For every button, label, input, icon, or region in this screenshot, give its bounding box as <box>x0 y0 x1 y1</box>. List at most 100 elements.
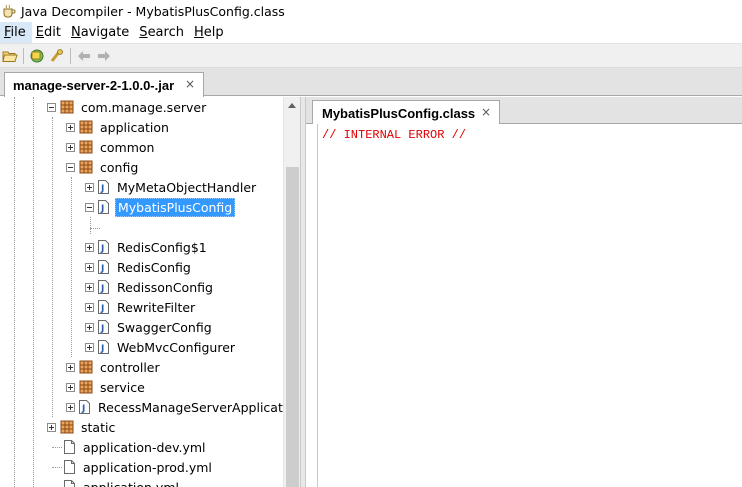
tree-item-controller[interactable]: controller <box>66 357 162 377</box>
tree-scrollbar[interactable] <box>283 97 300 487</box>
tree-item-static[interactable]: static <box>47 417 117 437</box>
menu-help[interactable]: Help <box>190 22 230 43</box>
java-class-icon: J <box>98 240 109 254</box>
java-class-icon: J <box>98 180 109 194</box>
file-icon <box>64 480 75 487</box>
expand-icon[interactable] <box>85 322 94 332</box>
open-file-button[interactable] <box>0 46 20 66</box>
tree-item-redisconfig[interactable]: J RedisConfig <box>85 257 193 277</box>
package-icon <box>79 160 93 174</box>
tree-guide-line <box>52 117 53 417</box>
scroll-up-arrow-icon[interactable] <box>288 103 296 108</box>
tree-guide-line <box>52 467 62 468</box>
package-icon <box>60 100 74 114</box>
tree-item-rewritefilter[interactable]: J RewriteFilter <box>85 297 197 317</box>
forward-arrow-icon <box>98 50 110 61</box>
package-icon <box>60 420 74 434</box>
tree-item-common[interactable]: common <box>66 137 156 157</box>
package-tree: com.manage.server application common con… <box>0 97 300 487</box>
close-icon[interactable]: × <box>185 78 197 90</box>
tree-item-redissonconfig[interactable]: J RedissonConfig <box>85 277 215 297</box>
tree-item-application-prod-yml[interactable]: application-prod.yml <box>64 457 214 477</box>
package-icon <box>79 380 93 394</box>
toolbar-separator <box>23 47 24 64</box>
tree-item-config[interactable]: config <box>66 157 140 177</box>
menu-navigate[interactable]: Navigate <box>67 22 135 43</box>
menu-bar: File Edit Navigate Search Help <box>0 22 742 43</box>
search-button[interactable] <box>47 46 67 66</box>
collapse-icon[interactable] <box>47 102 56 112</box>
package-icon <box>79 140 93 154</box>
tree-item-application-yml[interactable]: application.yml <box>64 477 181 487</box>
tree-guide-line <box>52 447 62 448</box>
scrollbar-thumb[interactable] <box>286 167 299 487</box>
menu-search[interactable]: Search <box>135 22 190 43</box>
editor-tab-bar: MybatisPlusConfig.class × <box>306 97 742 125</box>
tree-item-application-dev-yml[interactable]: application-dev.yml <box>64 437 208 457</box>
java-class-icon: J <box>98 300 109 314</box>
tree-item-mybatisplusconfig[interactable]: J MybatisPlusConfig <box>85 197 236 217</box>
editor-tab-label: MybatisPlusConfig.class <box>322 105 476 121</box>
forward-button[interactable] <box>94 46 114 66</box>
expand-icon[interactable] <box>66 122 75 132</box>
open-type-icon <box>30 49 44 62</box>
editor-gutter <box>306 124 318 487</box>
java-class-icon: J <box>98 260 109 274</box>
expand-icon[interactable] <box>66 402 75 412</box>
expand-icon[interactable] <box>85 342 94 352</box>
tree-item-redisconfig-1[interactable]: J RedisConfig$1 <box>85 237 209 257</box>
java-class-icon: J <box>98 320 109 334</box>
tree-item-service[interactable]: service <box>66 377 147 397</box>
tab-jar-label: manage-server-2-1.0.0-.jar <box>13 77 175 93</box>
tree-item-recessmanageserverapplication[interactable]: J RecessManageServerApplicatic <box>66 397 295 417</box>
java-class-icon: J <box>98 280 109 294</box>
tab-jar[interactable]: manage-server-2-1.0.0-.jar × <box>4 72 204 97</box>
source-editor[interactable] <box>306 124 742 487</box>
back-button[interactable] <box>74 46 94 66</box>
collapse-icon[interactable] <box>85 202 94 212</box>
svg-text:J: J <box>100 184 104 194</box>
svg-text:J: J <box>100 264 104 274</box>
coffee-cup-icon <box>2 4 16 18</box>
jar-tab-bar: manage-server-2-1.0.0-.jar × <box>0 68 742 97</box>
java-class-icon: J <box>98 340 109 354</box>
expand-icon[interactable] <box>85 182 94 192</box>
svg-text:J: J <box>100 344 104 354</box>
expand-icon[interactable] <box>85 302 94 312</box>
tree-guide-line <box>90 228 100 229</box>
close-icon[interactable]: × <box>481 106 493 118</box>
expand-icon[interactable] <box>85 282 94 292</box>
menu-file[interactable]: File <box>0 22 32 43</box>
tree-item-mymetaobjecthandler[interactable]: J MyMetaObjectHandler <box>85 177 258 197</box>
tree-item-swaggerconfig[interactable]: J SwaggerConfig <box>85 317 214 337</box>
svg-text:J: J <box>100 324 104 334</box>
java-class-icon: J <box>98 200 109 214</box>
open-type-button[interactable] <box>27 46 47 66</box>
window-title: Java Decompiler - MybatisPlusConfig.clas… <box>21 3 285 19</box>
tree-item-webmvcconfigurer[interactable]: J WebMvcConfigurer <box>85 337 237 357</box>
expand-icon[interactable] <box>66 382 75 392</box>
expand-icon[interactable] <box>85 242 94 252</box>
svg-text:J: J <box>100 304 104 314</box>
expand-icon[interactable] <box>66 362 75 372</box>
menu-edit[interactable]: Edit <box>32 22 67 43</box>
package-icon <box>79 360 93 374</box>
file-icon <box>64 460 75 474</box>
expand-icon[interactable] <box>85 262 94 272</box>
open-file-icon <box>2 51 18 62</box>
tab-mybatisplusconfig-class[interactable]: MybatisPlusConfig.class × <box>312 100 500 125</box>
svg-text:J: J <box>100 204 104 214</box>
code-line: // INTERNAL ERROR // <box>322 128 467 142</box>
tree-guide-line <box>90 217 91 234</box>
expand-icon[interactable] <box>66 142 75 152</box>
package-icon <box>79 120 93 134</box>
expand-icon[interactable] <box>47 422 56 432</box>
svg-text:J: J <box>81 404 85 414</box>
tree-item-application[interactable]: application <box>66 117 171 137</box>
tree-guide-line <box>14 97 15 487</box>
collapse-icon[interactable] <box>66 162 75 172</box>
tree-item-com-manage-server[interactable]: com.manage.server <box>47 97 208 117</box>
search-icon <box>50 48 63 62</box>
java-class-icon: J <box>79 400 90 414</box>
tree-guide-line <box>33 97 34 487</box>
